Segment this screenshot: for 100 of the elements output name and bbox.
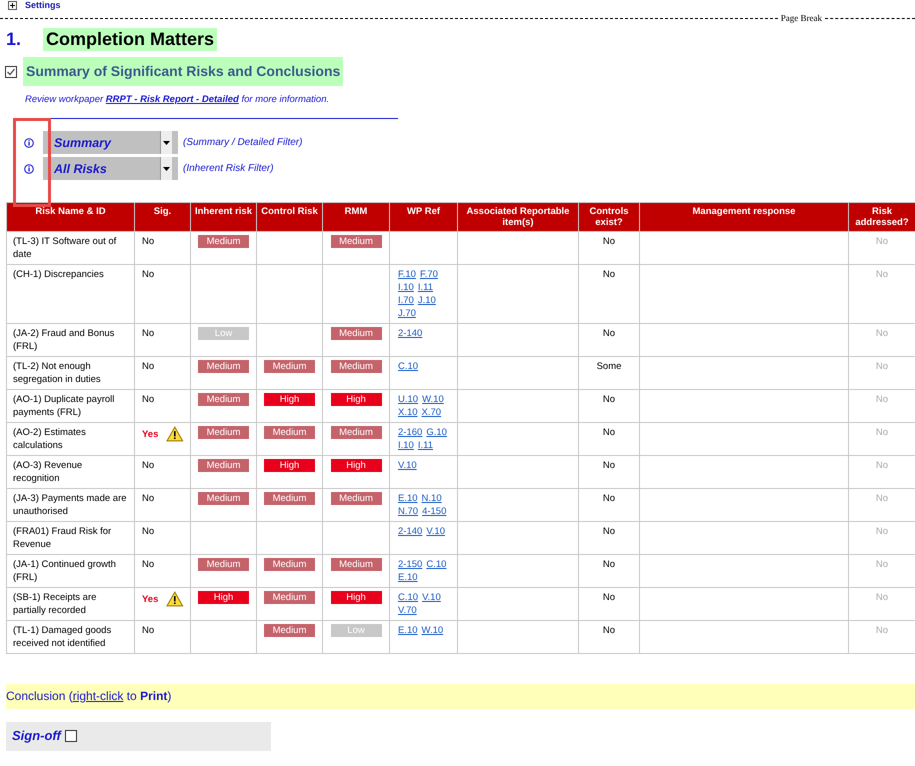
workpaper-ref-link[interactable]: X.70 [422, 406, 442, 419]
page-break-label: Page Break [780, 13, 823, 23]
workpaper-ref-link[interactable]: F.70 [420, 268, 438, 281]
significance-text: No [142, 492, 154, 505]
workpaper-ref-link[interactable]: 2-150 [398, 558, 422, 571]
risk-rating-badge: Medium [198, 426, 249, 439]
right-click-link[interactable]: right-click [72, 689, 124, 703]
warning-icon [166, 426, 184, 442]
table-cell: No [578, 422, 640, 456]
section-number: 1. [6, 29, 22, 50]
table-cell: (TL-1) Damaged goods received not identified [6, 620, 134, 654]
settings-link[interactable]: Settings [25, 0, 61, 11]
review-note: Review workpaper RRPT - Risk Report - Detailed for more information. [25, 94, 330, 105]
workpaper-ref-link[interactable]: I.11 [418, 439, 433, 452]
column-header: Associated Reportable item(s) [458, 202, 578, 232]
workpaper-ref-link[interactable]: V.10 [422, 591, 441, 604]
risk-rating-badge: Medium [264, 426, 315, 439]
table-cell: (FRA01) Fraud Risk for Revenue [6, 522, 134, 554]
risk-rating-badge: Medium [198, 558, 249, 571]
risk-rating-badge: High [330, 591, 382, 604]
risk-rating-badge: High [264, 393, 315, 406]
risk-rating-badge: Medium [264, 558, 315, 571]
risk-rating-badge: Medium [198, 393, 249, 406]
workpaper-ref-link[interactable]: G.10 [426, 426, 447, 439]
workpaper-ref-link[interactable]: V.10 [398, 459, 417, 472]
table-cell: (AO-3) Revenue recognition [6, 456, 134, 488]
checkbox[interactable] [64, 730, 77, 742]
workpaper-ref-link[interactable]: 2-140 [398, 327, 422, 340]
column-header: Control Risk [256, 202, 322, 232]
workpaper-ref-link[interactable]: J.70 [398, 307, 416, 320]
filter-dropdown[interactable]: All Risks [43, 157, 178, 180]
workpaper-ref-link[interactable]: C.10 [398, 360, 418, 373]
workpaper-ref-link[interactable]: C.10 [398, 591, 418, 604]
risk-rating-badge: High [264, 459, 315, 472]
workpaper-ref-link[interactable]: N.70 [398, 505, 418, 518]
risk-rating-badge: Medium [330, 360, 382, 373]
workpaper-link[interactable]: RRPT - Risk Report - Detailed [106, 94, 239, 105]
workpaper-ref-link[interactable]: E.10 [398, 571, 418, 584]
warning-icon [166, 591, 184, 607]
risk-rating-badge: Medium [198, 459, 249, 472]
filter-dropdown[interactable]: Summary [43, 131, 178, 154]
risk-rating-badge: High [330, 459, 382, 472]
significance-text: No [142, 558, 154, 571]
table-cell: (TL-2) Not enough segregation in duties [6, 356, 134, 390]
filter-hint: (Inherent Risk Filter) [183, 163, 274, 174]
table-cell: No [578, 522, 640, 554]
workpaper-ref-link[interactable]: 2-160 [398, 426, 422, 439]
table-cell: (AO-2) Estimates calculations [6, 422, 134, 456]
risk-rating-badge: Medium [330, 492, 382, 505]
table-cell: (SB-1) Receipts are partially recorded [6, 588, 134, 620]
sign-off-label: Sign-off [12, 728, 61, 743]
info-icon[interactable] [24, 164, 34, 174]
column-header: Sig. [134, 202, 190, 232]
checkbox[interactable] [5, 66, 17, 78]
risk-rating-badge: Medium [264, 624, 315, 637]
workpaper-ref-link[interactable]: E.10 [398, 624, 418, 637]
workpaper-ref-link[interactable]: I.11 [418, 281, 433, 294]
significance-text: No [142, 525, 154, 538]
subsection-title: Summary of Significant Risks and Conclusions [23, 57, 344, 86]
table-cell: No [578, 264, 640, 324]
workpaper-ref-link[interactable]: C.10 [426, 558, 446, 571]
section-title: Completion Matters [43, 28, 218, 51]
workpaper-ref-link[interactable]: I.10 [398, 439, 414, 452]
workpaper-ref-link[interactable]: V.10 [426, 525, 445, 538]
risk-rating-badge: Medium [330, 235, 382, 248]
workpaper-ref-link[interactable]: F.10 [398, 268, 416, 281]
workpaper-ref-link[interactable]: J.10 [418, 294, 436, 307]
workpaper-ref-link[interactable]: 2-140 [398, 525, 422, 538]
table-cell: (TL-3) IT Software out of date [6, 232, 134, 264]
workpaper-ref-link[interactable]: U.10 [398, 393, 418, 406]
risk-rating-badge: Medium [330, 558, 382, 571]
workpaper-ref-link[interactable]: I.10 [398, 281, 414, 294]
table-cell: No [578, 324, 640, 356]
table-cell: No [578, 488, 640, 522]
table-cell: No [578, 390, 640, 422]
significance-text: No [142, 459, 154, 472]
risk-rating-badge: Medium [198, 492, 249, 505]
significance-text: No [142, 327, 154, 340]
workpaper-ref-link[interactable]: W.10 [422, 624, 444, 637]
info-icon[interactable] [24, 138, 34, 148]
workpaper-ref-link[interactable]: N.10 [422, 492, 442, 505]
workpaper-ref-link[interactable]: E.10 [398, 492, 418, 505]
column-header: Risk Name & ID [6, 202, 134, 232]
table-cell: (CH-1) Discrepancies [6, 264, 134, 324]
workpaper-ref-link[interactable]: X.10 [398, 406, 418, 419]
workpaper-ref-link[interactable]: V.70 [398, 604, 417, 617]
risk-rating-badge: Medium [264, 591, 315, 604]
workpaper-ref-link[interactable]: 4-150 [422, 505, 446, 518]
workpaper-ref-link[interactable]: W.10 [422, 393, 444, 406]
table-cell: No [578, 588, 640, 620]
risk-rating-badge: Medium [330, 327, 382, 340]
workpaper-ref-link[interactable]: I.70 [398, 294, 414, 307]
significance-text: No [142, 624, 154, 637]
expand-icon[interactable] [8, 1, 17, 10]
risk-rating-badge: Medium [330, 426, 382, 439]
significance-text: No [142, 393, 154, 406]
conclusion-bar: Conclusion (right-click to Print) [6, 684, 915, 709]
filter-hint: (Summary / Detailed Filter) [183, 137, 302, 148]
column-header: WP Ref [390, 202, 458, 232]
significance-text: No [142, 268, 154, 281]
